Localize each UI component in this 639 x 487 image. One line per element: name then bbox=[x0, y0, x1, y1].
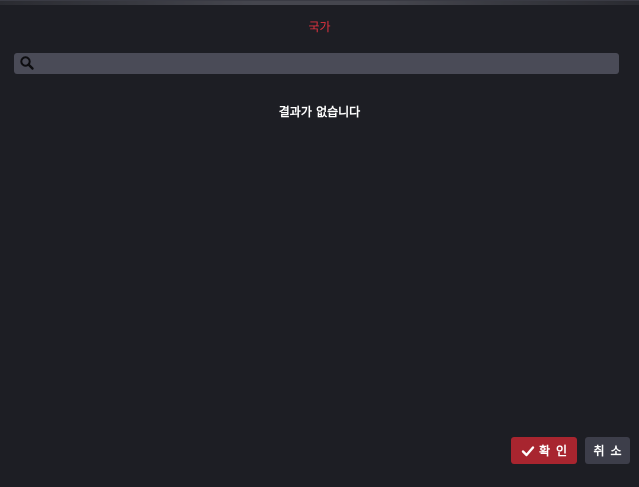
no-results-message: 결과가 없습니다 bbox=[278, 105, 361, 119]
search-bar[interactable] bbox=[14, 53, 619, 74]
country-picker-dialog: 국가 결과가 없습니다 확인 취소 bbox=[0, 0, 639, 487]
search-icon bbox=[19, 55, 35, 71]
search-input[interactable] bbox=[38, 53, 613, 74]
cancel-button-label: 취소 bbox=[593, 444, 628, 458]
check-icon bbox=[521, 444, 535, 458]
confirm-button[interactable]: 확인 bbox=[511, 437, 577, 464]
dialog-title: 국가 bbox=[308, 20, 331, 34]
cancel-button[interactable]: 취소 bbox=[585, 437, 630, 464]
confirm-button-label: 확인 bbox=[538, 444, 574, 458]
dialog-top-edge bbox=[0, 1, 639, 5]
